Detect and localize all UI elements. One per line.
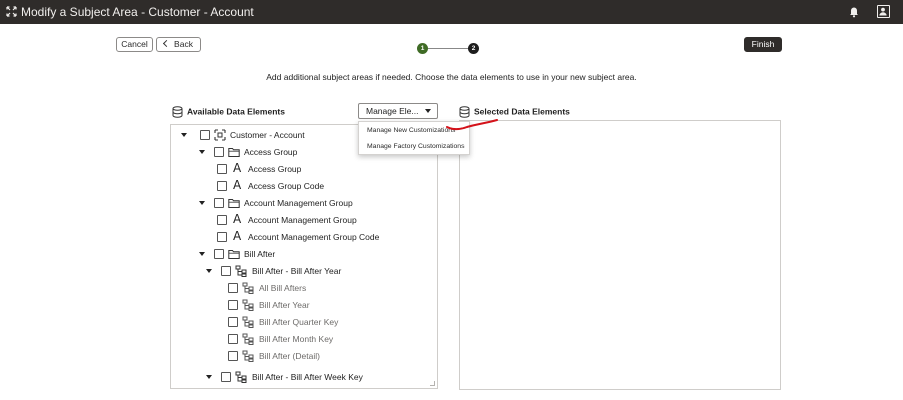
- step-1-indicator[interactable]: 1: [417, 43, 428, 54]
- menu-item-manage-factory-customizations[interactable]: Manage Factory Customizations: [367, 143, 464, 150]
- tree-row[interactable]: All Bill Afters: [171, 281, 437, 295]
- database-icon: [172, 106, 183, 118]
- tree-row-checkbox[interactable]: [217, 215, 227, 225]
- user-avatar-icon[interactable]: [877, 5, 890, 18]
- folder-icon: [228, 197, 240, 209]
- tree-row-checkbox[interactable]: [228, 300, 238, 310]
- menu-item-manage-new-customizations[interactable]: Manage New Customizations: [367, 127, 455, 134]
- tree-row[interactable]: Bill After Year: [171, 298, 437, 312]
- tree-row-label: Bill After - Bill After Year: [252, 266, 342, 276]
- hierarchy-level-icon: [242, 350, 254, 362]
- expand-toggle-icon[interactable]: [206, 269, 212, 273]
- text-attribute-icon: A: [233, 229, 242, 243]
- tree-row-checkbox[interactable]: [217, 164, 227, 174]
- tree-row[interactable]: A Access Group: [171, 161, 437, 176]
- instructions-text: Add additional subject areas if needed. …: [266, 72, 637, 82]
- tree-row-label: Access Group: [248, 164, 302, 174]
- tree-row-label: All Bill Afters: [259, 283, 307, 293]
- manage-elements-dropdown[interactable]: Manage Ele...: [358, 103, 438, 119]
- cancel-button[interactable]: Cancel: [116, 37, 153, 52]
- tree-row-checkbox[interactable]: [228, 283, 238, 293]
- database-icon: [459, 106, 470, 118]
- tree-row-label: Bill After Year: [259, 300, 310, 310]
- expand-toggle-icon[interactable]: [199, 252, 205, 256]
- available-elements-tree[interactable]: Customer - Account Access Group A Access Gr…: [170, 124, 438, 389]
- tree-row-label: Customer - Account: [230, 130, 305, 140]
- tree-row-label: Access Group: [244, 147, 298, 157]
- tree-row-checkbox[interactable]: [228, 317, 238, 327]
- tree-row[interactable]: Bill After (Detail): [171, 349, 437, 363]
- tree-row[interactable]: Bill After: [171, 247, 437, 261]
- tree-row[interactable]: A Account Management Group Code: [171, 229, 437, 244]
- chevron-left-icon: [163, 39, 171, 48]
- hierarchy-icon: [235, 371, 247, 383]
- text-attribute-icon: A: [233, 178, 242, 192]
- expand-toggle-icon[interactable]: [199, 201, 205, 205]
- step-2-indicator[interactable]: 2: [468, 43, 479, 54]
- resize-handle[interactable]: [430, 381, 435, 386]
- back-button[interactable]: Back: [156, 37, 201, 52]
- tree-row-label: Bill After Quarter Key: [259, 317, 339, 327]
- hierarchy-icon: [235, 265, 247, 277]
- red-annotation-stroke: [446, 119, 498, 131]
- hierarchy-level-icon: [242, 333, 254, 345]
- title-bar: Modify a Subject Area - Customer - Accou…: [0, 0, 903, 24]
- tree-row[interactable]: Bill After Month Key: [171, 332, 437, 346]
- tree-row[interactable]: Bill After - Bill After Week Key: [171, 370, 437, 384]
- tree-row-checkbox[interactable]: [214, 249, 224, 259]
- window-title: Modify a Subject Area - Customer - Accou…: [21, 5, 254, 19]
- tree-row-checkbox[interactable]: [228, 334, 238, 344]
- tree-row-label: Bill After (Detail): [259, 351, 320, 361]
- back-button-label: Back: [174, 39, 193, 49]
- hierarchy-level-icon: [242, 282, 254, 294]
- text-attribute-icon: A: [233, 212, 242, 226]
- tree-row-label: Account Management Group Code: [248, 232, 380, 242]
- tree-row-checkbox[interactable]: [200, 130, 210, 140]
- tree-row-checkbox[interactable]: [214, 198, 224, 208]
- tree-row-checkbox[interactable]: [228, 351, 238, 361]
- expand-toggle-icon[interactable]: [199, 150, 205, 154]
- tree-row-checkbox[interactable]: [214, 147, 224, 157]
- tree-row-checkbox[interactable]: [217, 181, 227, 191]
- expand-toggle-icon[interactable]: [181, 133, 187, 137]
- manage-elements-label: Manage Ele...: [366, 106, 419, 116]
- available-heading-label: Available Data Elements: [187, 106, 285, 117]
- stepper-connector: [428, 48, 468, 49]
- expand-toggle-icon[interactable]: [206, 375, 212, 379]
- expand-arrows-icon: [6, 6, 17, 17]
- tree-row[interactable]: Bill After - Bill After Year: [171, 264, 437, 278]
- tree-row[interactable]: A Account Management Group: [171, 212, 437, 227]
- hierarchy-level-icon: [242, 316, 254, 328]
- tree-row[interactable]: Account Management Group: [171, 196, 437, 210]
- tree-row-label: Access Group Code: [248, 181, 325, 191]
- bell-icon[interactable]: [848, 5, 860, 18]
- tree-row-label: Account Management Group: [248, 215, 357, 225]
- tree-row-label: Account Management Group: [244, 198, 353, 208]
- selected-heading-label: Selected Data Elements: [474, 106, 570, 117]
- text-attribute-icon: A: [233, 161, 242, 175]
- tree-row-label: Bill After: [244, 249, 276, 259]
- hierarchy-level-icon: [242, 299, 254, 311]
- tree-row[interactable]: Bill After Quarter Key: [171, 315, 437, 329]
- subject-area-icon: [214, 129, 226, 141]
- tree-row-checkbox[interactable]: [221, 266, 231, 276]
- tree-row-checkbox[interactable]: [221, 372, 231, 382]
- tree-row-label: Bill After Month Key: [259, 334, 334, 344]
- finish-button[interactable]: Finish: [744, 37, 782, 52]
- selected-data-elements-heading: Selected Data Elements: [459, 106, 570, 118]
- selected-elements-panel[interactable]: [459, 120, 781, 390]
- tree-row[interactable]: A Access Group Code: [171, 178, 437, 193]
- folder-icon: [228, 248, 240, 260]
- tree-row-checkbox[interactable]: [217, 232, 227, 242]
- tree-row-label: Bill After - Bill After Week Key: [252, 372, 363, 382]
- caret-down-icon: [425, 109, 431, 113]
- folder-icon: [228, 146, 240, 158]
- available-data-elements-heading: Available Data Elements: [172, 106, 285, 118]
